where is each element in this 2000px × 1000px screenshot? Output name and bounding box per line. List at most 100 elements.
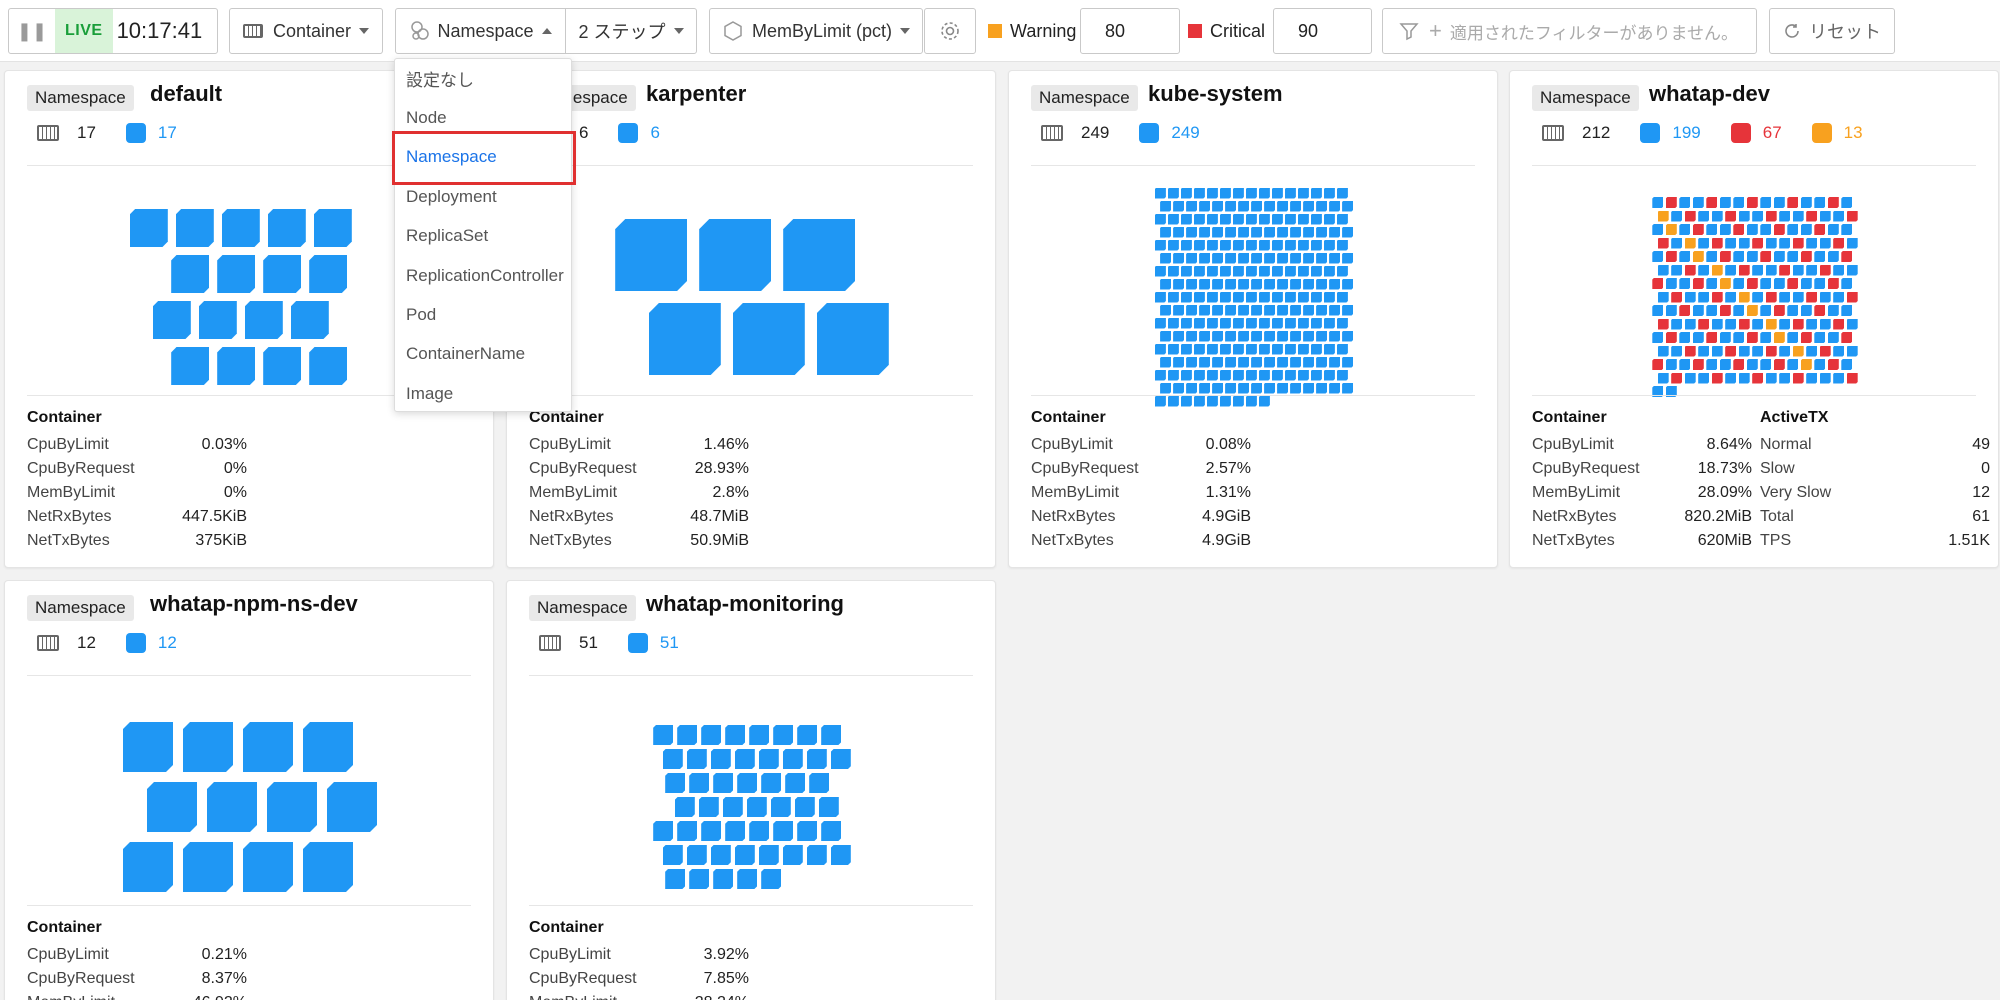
container-cube[interactable] — [1180, 291, 1192, 303]
container-cube[interactable] — [1787, 197, 1799, 208]
container-cube[interactable] — [123, 842, 173, 892]
container-cube[interactable] — [1219, 395, 1231, 407]
container-cube[interactable] — [1258, 265, 1270, 277]
container-cube[interactable] — [1665, 251, 1677, 262]
container-cube[interactable] — [1251, 252, 1263, 264]
container-cube[interactable] — [1193, 239, 1205, 251]
container-cube[interactable] — [1297, 343, 1309, 355]
container-cube[interactable] — [1846, 318, 1858, 330]
container-cube[interactable] — [1258, 395, 1270, 407]
container-cube[interactable] — [1746, 332, 1758, 343]
container-cube[interactable] — [1284, 343, 1296, 355]
container-cube[interactable] — [1841, 224, 1853, 235]
container-cube[interactable] — [1232, 187, 1244, 199]
container-cube[interactable] — [758, 749, 779, 769]
container-cube[interactable] — [1173, 200, 1185, 212]
container-cube[interactable] — [1160, 356, 1172, 368]
container-cube[interactable] — [1232, 213, 1244, 225]
container-cube[interactable] — [1827, 197, 1839, 208]
container-cube[interactable] — [1297, 239, 1309, 251]
container-cube[interactable] — [821, 725, 842, 745]
container-cube[interactable] — [1329, 356, 1341, 368]
container-cube[interactable] — [1800, 251, 1812, 262]
container-cube[interactable] — [1245, 187, 1257, 199]
container-cube[interactable] — [782, 749, 803, 769]
container-cube[interactable] — [648, 303, 721, 375]
container-cube[interactable] — [1787, 359, 1799, 370]
container-cube[interactable] — [1719, 251, 1731, 262]
container-cube[interactable] — [1792, 210, 1804, 222]
container-cube[interactable] — [665, 869, 686, 889]
container-cube[interactable] — [217, 347, 256, 385]
container-cube[interactable] — [1173, 330, 1185, 342]
container-cube[interactable] — [1245, 213, 1257, 225]
container-cube[interactable] — [1733, 224, 1745, 235]
container-cube[interactable] — [1665, 197, 1677, 208]
container-cube[interactable] — [1180, 265, 1192, 277]
container-cube[interactable] — [1679, 332, 1691, 343]
container-cube[interactable] — [1342, 252, 1354, 264]
container-cube[interactable] — [1692, 224, 1704, 235]
container-cube[interactable] — [1806, 237, 1818, 249]
container-cube[interactable] — [1186, 356, 1198, 368]
container-cube[interactable] — [1271, 369, 1283, 381]
container-cube[interactable] — [1814, 278, 1826, 289]
container-cube[interactable] — [1752, 264, 1764, 276]
container-cube[interactable] — [1271, 343, 1283, 355]
gear-icon[interactable] — [924, 8, 976, 54]
container-cube[interactable] — [129, 209, 168, 247]
container-cube[interactable] — [1752, 345, 1764, 357]
container-cube[interactable] — [1671, 237, 1683, 249]
container-cube[interactable] — [1671, 264, 1683, 276]
container-cube[interactable] — [1779, 291, 1791, 303]
container-cube[interactable] — [1746, 359, 1758, 370]
container-cube[interactable] — [1665, 332, 1677, 343]
container-cube[interactable] — [1336, 291, 1348, 303]
container-cube[interactable] — [1841, 305, 1853, 316]
container-cube[interactable] — [1665, 224, 1677, 235]
container-cube[interactable] — [1284, 239, 1296, 251]
container-cube[interactable] — [1258, 317, 1270, 329]
container-cube[interactable] — [1173, 252, 1185, 264]
container-cube[interactable] — [1773, 197, 1785, 208]
container-cube[interactable] — [1167, 239, 1179, 251]
container-cube[interactable] — [123, 722, 173, 772]
container-cube[interactable] — [1787, 278, 1799, 289]
container-cube[interactable] — [1342, 226, 1354, 238]
container-cube[interactable] — [1251, 200, 1263, 212]
container-cube[interactable] — [1225, 382, 1237, 394]
container-cube[interactable] — [1303, 252, 1315, 264]
container-cube[interactable] — [1167, 187, 1179, 199]
container-cube[interactable] — [1225, 252, 1237, 264]
container-cube[interactable] — [1342, 200, 1354, 212]
container-cube[interactable] — [1167, 213, 1179, 225]
container-cube[interactable] — [1186, 226, 1198, 238]
container-cube[interactable] — [674, 797, 695, 817]
warning-threshold-input[interactable] — [1080, 8, 1180, 54]
container-cube[interactable] — [1806, 372, 1818, 384]
container-cube[interactable] — [1760, 224, 1772, 235]
container-cube[interactable] — [1719, 197, 1731, 208]
container-cube[interactable] — [1738, 372, 1750, 384]
container-cube[interactable] — [1219, 213, 1231, 225]
container-cube[interactable] — [1277, 226, 1289, 238]
container-cube[interactable] — [1225, 330, 1237, 342]
container-cube[interactable] — [773, 821, 794, 841]
container-cube[interactable] — [1212, 278, 1224, 290]
container-cube[interactable] — [1706, 251, 1718, 262]
container-cube[interactable] — [1806, 345, 1818, 357]
container-cube[interactable] — [1329, 278, 1341, 290]
container-cube[interactable] — [1336, 265, 1348, 277]
container-cube[interactable] — [1199, 226, 1211, 238]
container-cube[interactable] — [1773, 332, 1785, 343]
container-cube[interactable] — [1827, 305, 1839, 316]
container-cube[interactable] — [1671, 210, 1683, 222]
container-cube[interactable] — [1779, 318, 1791, 330]
container-cube[interactable] — [1258, 369, 1270, 381]
container-cube[interactable] — [1284, 265, 1296, 277]
container-cube[interactable] — [1657, 210, 1669, 222]
container-cube[interactable] — [1342, 278, 1354, 290]
object-type-select[interactable]: Container — [229, 8, 383, 54]
container-cube[interactable] — [1232, 317, 1244, 329]
container-cube[interactable] — [1154, 291, 1166, 303]
